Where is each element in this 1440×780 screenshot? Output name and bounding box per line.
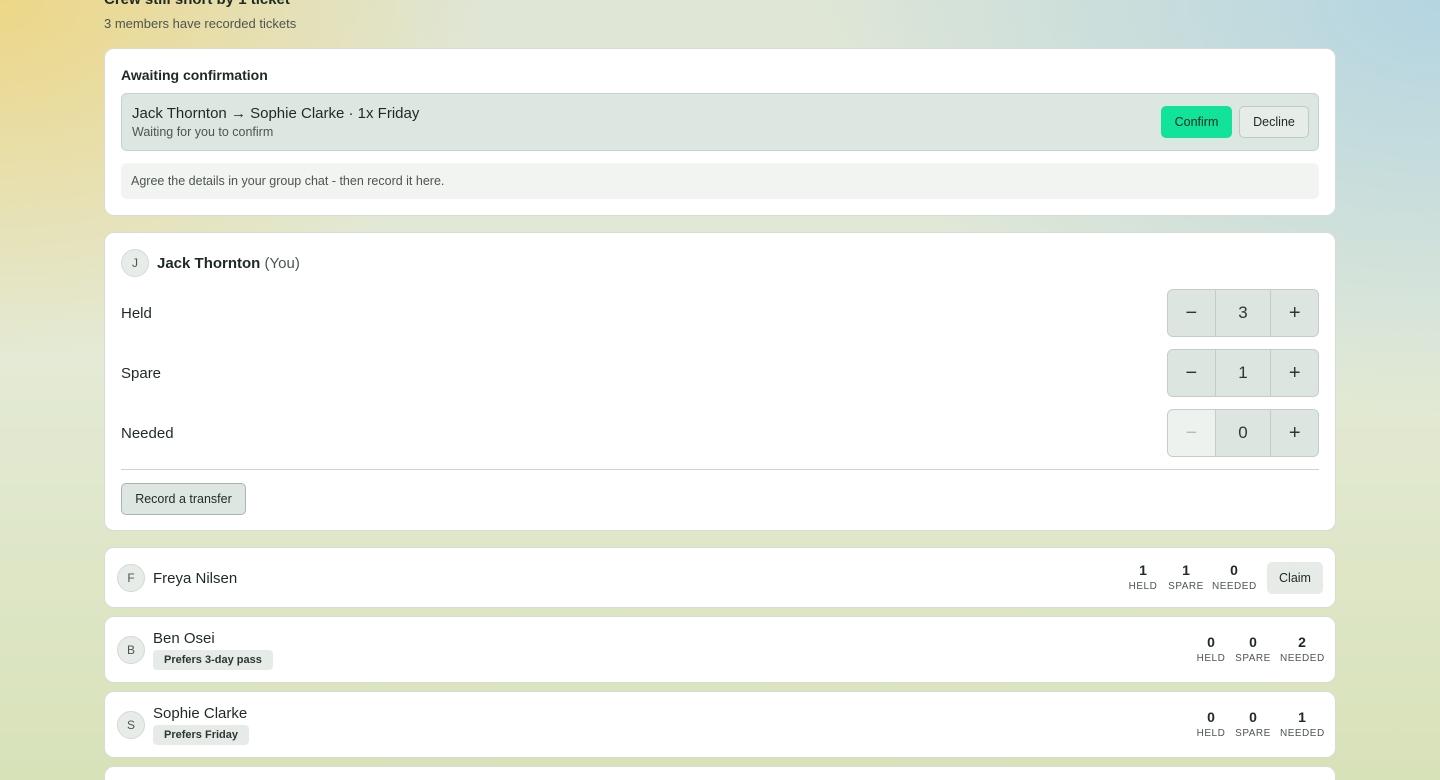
held-stat: 0 HELD [1195,709,1227,739]
avatar: F [117,564,145,592]
needed-stat-label: NEEDED [1280,653,1325,664]
spare-stat-label: SPARE [1235,653,1271,664]
member-name-text: Jack Thornton [157,255,261,272]
needed-stat: 2 NEEDED [1280,634,1324,664]
group-chat-note: Agree the details in your group chat - t… [121,163,1319,199]
held-stat: 0 HELD [1195,634,1227,664]
spare-stat: 1 SPARE [1167,562,1205,592]
spare-count: 1 [1182,562,1190,578]
needed-value: 0 [1214,410,1272,456]
spare-count: 0 [1249,709,1257,725]
member-row-ben: B Ben Osei Prefers 3-day pass 0 HELD 0 S… [104,616,1336,683]
spare-decrement-button[interactable]: − [1168,350,1215,396]
avatar: J [121,249,149,277]
preference-tag: Prefers Friday [153,725,249,745]
pending-transfer-status: Waiting for you to confirm [132,125,274,139]
you-label: (You) [264,255,300,272]
pending-transfer-text: Jack Thornton → Sophie Clarke · 1x Frida… [132,105,420,122]
spare-stat: 0 SPARE [1234,709,1272,739]
claim-button[interactable]: Claim [1267,562,1323,594]
spare-value: 1 [1214,350,1272,396]
member-name: Freya Nilsen [153,570,238,587]
spare-count: 0 [1249,634,1257,650]
record-transfer-button[interactable]: Record a transfer [121,483,246,515]
held-label: Held [121,305,152,322]
divider [121,469,1319,470]
awaiting-title: Awaiting confirmation [121,67,268,83]
spare-label: Spare [121,365,162,382]
needed-count: 1 [1298,709,1306,725]
needed-stat: 1 NEEDED [1280,709,1324,739]
needed-decrement-button[interactable]: − [1168,410,1215,456]
confirm-button[interactable]: Confirm [1161,106,1232,138]
needed-count: 0 [1230,562,1238,578]
member-row-freya: F Freya Nilsen 1 HELD 1 SPARE 0 NEEDED C… [104,547,1336,608]
awaiting-confirmation-card: Awaiting confirmation Jack Thornton → So… [104,48,1336,216]
member-name: Ben Osei [153,630,215,647]
held-stepper: − 3 + [1167,289,1319,337]
member-name: Jack Thornton (You) [157,255,300,272]
needed-stepper: − 0 + [1167,409,1319,457]
decline-button[interactable]: Decline [1239,106,1309,138]
needed-stat: 0 NEEDED [1212,562,1256,592]
avatar: S [117,711,145,739]
crew-status-subtitle: 3 members have recorded tickets [104,16,297,31]
crew-status-title: Crew still short by 1 ticket [104,0,290,8]
my-tickets-card: J Jack Thornton (You) Held − 3 + Spare −… [104,232,1336,531]
spare-stat: 0 SPARE [1234,634,1272,664]
spare-stepper: − 1 + [1167,349,1319,397]
pending-transfer: Jack Thornton → Sophie Clarke · 1x Frida… [121,93,1319,151]
member-row-next [104,766,1336,780]
held-stat: 1 HELD [1127,562,1159,592]
spare-stat-label: SPARE [1168,581,1204,592]
preference-tag: Prefers 3-day pass [153,650,273,670]
held-value: 3 [1214,290,1272,336]
held-stat-label: HELD [1128,581,1158,592]
needed-increment-button[interactable]: + [1271,410,1318,456]
held-count: 0 [1207,709,1215,725]
avatar: B [117,636,145,664]
held-stat-label: HELD [1196,653,1226,664]
held-decrement-button[interactable]: − [1168,290,1215,336]
needed-stat-label: NEEDED [1212,581,1257,592]
member-row-sophie: S Sophie Clarke Prefers Friday 0 HELD 0 … [104,691,1336,758]
held-stat-label: HELD [1196,728,1226,739]
spare-increment-button[interactable]: + [1271,350,1318,396]
held-increment-button[interactable]: + [1271,290,1318,336]
needed-label: Needed [121,425,174,442]
held-count: 0 [1207,634,1215,650]
held-count: 1 [1139,562,1147,578]
spare-stat-label: SPARE [1235,728,1271,739]
member-name: Sophie Clarke [153,705,248,722]
needed-stat-label: NEEDED [1280,728,1325,739]
needed-count: 2 [1298,634,1306,650]
